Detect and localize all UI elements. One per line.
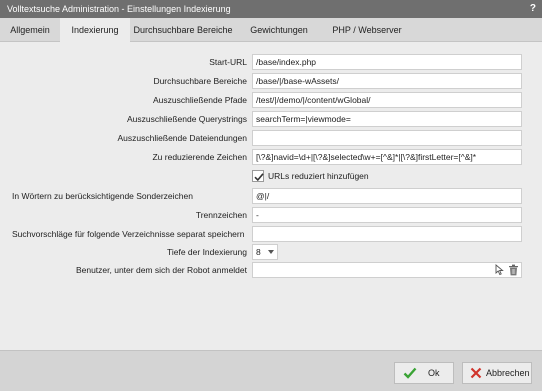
robot-user-input[interactable]	[252, 262, 522, 278]
excluded-paths-input[interactable]: /test/|/demo/|/content/wGlobal/	[252, 92, 522, 108]
indexing-settings-form: Start-URL /base/index.php Durchsuchbare …	[0, 43, 542, 350]
row-start-url: Start-URL /base/index.php	[0, 54, 542, 70]
excluded-querystrings-input[interactable]: searchTerm=|viewmode=	[252, 111, 522, 127]
excluded-querystrings-label: Auszuschließende Querystrings	[126, 114, 247, 124]
tab-durchsuchbare-bereiche[interactable]: Durchsuchbare Bereiche	[130, 18, 236, 42]
depth-select[interactable]: 8	[252, 244, 278, 260]
searchable-areas-input[interactable]: /base/|/base-wAssets/	[252, 73, 522, 89]
add-reduced-checkbox[interactable]	[252, 170, 264, 182]
row-searchable-areas: Durchsuchbare Bereiche /base/|/base-wAss…	[0, 73, 542, 89]
ok-button-label: Ok	[428, 368, 440, 378]
trash-icon[interactable]	[508, 264, 519, 276]
row-depth: Tiefe der Indexierung 8	[0, 244, 542, 260]
row-excluded-extensions: Auszuschließende Dateiendungen	[0, 130, 542, 146]
tab-allgemein[interactable]: Allgemein	[0, 18, 60, 42]
searchable-areas-label: Durchsuchbare Bereiche	[153, 76, 247, 86]
add-reduced-label[interactable]: URLs reduziert hinzufügen	[268, 168, 369, 184]
cross-icon	[470, 367, 482, 379]
row-excluded-querystrings: Auszuschließende Querystrings searchTerm…	[0, 111, 542, 127]
dialog-footer: Ok Abbrechen	[0, 350, 542, 391]
cursor-select-icon[interactable]	[494, 264, 506, 276]
tab-bar: Allgemein Indexierung Durchsuchbare Bere…	[0, 18, 542, 43]
tab-php-webserver[interactable]: PHP / Webserver	[322, 18, 412, 42]
ok-button[interactable]: Ok	[394, 362, 454, 384]
row-robot-user: Benutzer, unter dem sich der Robot anmel…	[0, 262, 542, 278]
cancel-button-label: Abbrechen	[486, 368, 530, 378]
tab-indexierung[interactable]: Indexierung	[60, 18, 130, 43]
suggestions-dirs-input[interactable]	[252, 226, 522, 242]
excluded-paths-label: Auszuschließende Pfade	[152, 95, 247, 105]
robot-user-label: Benutzer, unter dem sich der Robot anmel…	[75, 265, 247, 275]
tab-gewichtungen[interactable]: Gewichtungen	[236, 18, 322, 42]
row-special-chars: In Wörtern zu berücksichtigende Sonderze…	[0, 188, 542, 204]
separators-label: Trennzeichen	[195, 210, 247, 220]
start-url-label: Start-URL	[209, 57, 247, 67]
excluded-extensions-label: Auszuschließende Dateiendungen	[117, 133, 247, 143]
checkmark-icon	[254, 173, 264, 182]
separators-input[interactable]: -	[252, 207, 522, 223]
row-reduce-chars: Zu reduzierende Zeichen [\?&]navid=\d+|[…	[0, 149, 542, 165]
special-chars-input[interactable]: @|/	[252, 188, 522, 204]
cancel-button[interactable]: Abbrechen	[462, 362, 532, 384]
depth-label: Tiefe der Indexierung	[166, 247, 247, 257]
checkmark-icon	[403, 367, 417, 379]
special-chars-label: In Wörtern zu berücksichtigende Sonderze…	[12, 191, 193, 201]
depth-value: 8	[256, 247, 261, 257]
row-excluded-paths: Auszuschließende Pfade /test/|/demo/|/co…	[0, 92, 542, 108]
suggestions-dirs-label: Suchvorschläge für folgende Verzeichniss…	[12, 229, 245, 239]
chevron-down-icon	[268, 250, 274, 254]
robot-user-tools	[494, 264, 519, 277]
window-titlebar: Volltextsuche Administration - Einstellu…	[0, 0, 542, 18]
reduce-chars-label: Zu reduzierende Zeichen	[152, 152, 247, 162]
row-suggestions-dirs: Suchvorschläge für folgende Verzeichniss…	[0, 226, 542, 242]
help-button[interactable]: ?	[530, 0, 536, 18]
start-url-input[interactable]: /base/index.php	[252, 54, 522, 70]
row-separators: Trennzeichen -	[0, 207, 542, 223]
reduce-chars-input[interactable]: [\?&]navid=\d+|[\?&]selected\w+=[^&]*|[\…	[252, 149, 522, 165]
window-title: Volltextsuche Administration - Einstellu…	[7, 4, 231, 14]
row-add-reduced: URLs reduziert hinzufügen	[0, 168, 542, 184]
excluded-extensions-input[interactable]	[252, 130, 522, 146]
